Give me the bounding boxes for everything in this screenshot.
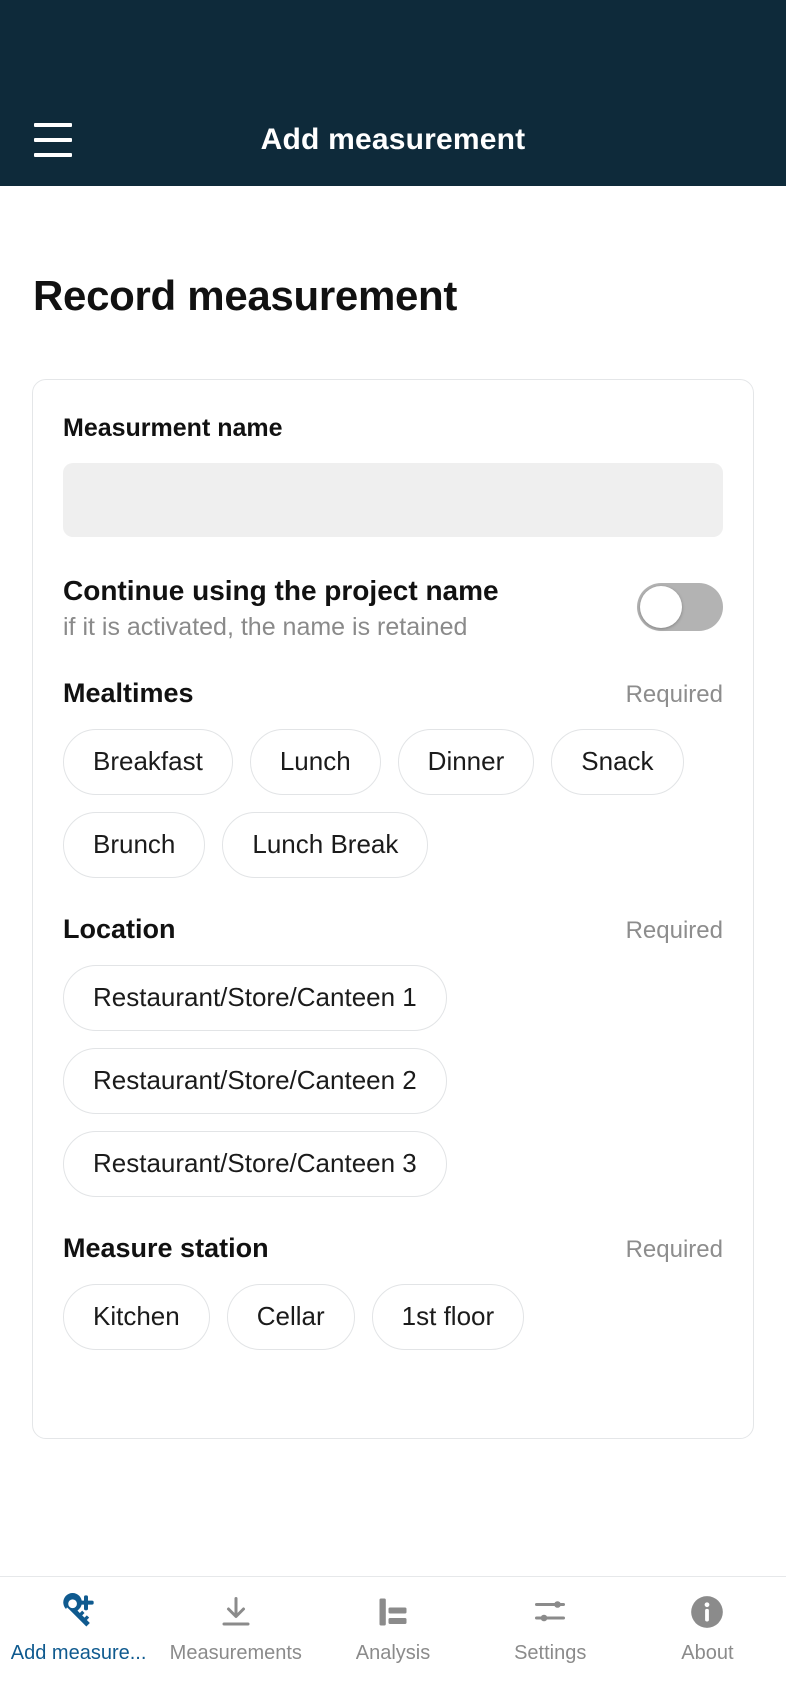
add-measurement-icon (58, 1591, 100, 1633)
option-chip-group: Kitchen Cellar 1st floor (63, 1283, 723, 1350)
section-title: Mealtimes (63, 677, 194, 708)
option-chip[interactable]: Lunch (249, 728, 381, 795)
nav-item-settings[interactable]: Settings (472, 1591, 629, 1665)
hamburger-menu-icon[interactable] (34, 123, 76, 157)
section-measure-station: Measure station Required Kitchen Cellar 1st … (63, 1233, 723, 1350)
option-chip[interactable]: Brunch (63, 811, 206, 878)
section-header: Measure station Required (63, 1233, 723, 1264)
nav-item-label: Add measure... (10, 1642, 147, 1664)
required-badge: Required (625, 680, 723, 708)
continue-project-name-title: Continue using the project name (63, 575, 499, 606)
option-chip[interactable]: 1st floor (371, 1283, 525, 1350)
option-chip[interactable]: Kitchen (63, 1283, 210, 1350)
continue-project-name-row: Continue using the project name if it is… (63, 575, 723, 642)
record-measurement-card: Measurment name Continue using the proje… (32, 379, 754, 1439)
form-sections: Mealtimes Required Breakfast Lunch Dinner Sna… (63, 678, 723, 1350)
nav-item-analysis[interactable]: Analysis (314, 1591, 471, 1665)
app-bar: Add measurement (0, 0, 786, 186)
option-chip-group: Restaurant/Store/Canteen 1 Restaurant/Sto… (63, 964, 723, 1197)
nav-item-label: Analysis (355, 1642, 431, 1664)
bottom-navigation: Add measure... Measurements Analysis Settin… (0, 1576, 786, 1704)
app-screen: Add measurement Record measurement Measu… (0, 0, 786, 1704)
section-mealtimes: Mealtimes Required Breakfast Lunch Dinner Sna… (63, 678, 723, 878)
app-bar-title: Add measurement (260, 123, 526, 156)
required-badge: Required (625, 916, 723, 944)
option-chip[interactable]: Cellar (226, 1283, 355, 1350)
section-header: Mealtimes Required (63, 678, 723, 709)
toggle-knob (640, 586, 682, 628)
info-circle-icon (686, 1591, 728, 1633)
option-chip[interactable]: Breakfast (63, 728, 233, 795)
nav-item-about[interactable]: About (629, 1591, 786, 1665)
bar-chart-icon (372, 1591, 414, 1633)
section-title: Measure station (63, 1232, 269, 1263)
section-title: Location (63, 913, 176, 944)
required-badge: Required (625, 1235, 723, 1263)
section-header: Location Required (63, 914, 723, 945)
option-chip[interactable]: Dinner (397, 728, 535, 795)
page-title: Record measurement (33, 272, 458, 319)
option-chip[interactable]: Restaurant/Store/Canteen 2 (63, 1047, 447, 1114)
nav-item-label: Measurements (169, 1642, 302, 1664)
measurement-name-input[interactable] (63, 463, 723, 537)
nav-item-label: About (681, 1642, 734, 1664)
option-chip-group: Breakfast Lunch Dinner Snack Brunch Lunch Bre… (63, 728, 723, 878)
nav-item-label: Settings (514, 1642, 587, 1664)
nav-item-add-measure[interactable]: Add measure... (0, 1591, 157, 1665)
section-location: Location Required Restaurant/Store/Canteen… (63, 914, 723, 1197)
continue-project-name-toggle[interactable] (637, 583, 723, 631)
continue-project-name-subtitle: if it is activated, the name is retained (63, 613, 468, 642)
option-chip[interactable]: Snack (551, 728, 684, 795)
option-chip[interactable]: Restaurant/Store/Canteen 1 (63, 964, 447, 1031)
nav-item-measurements[interactable]: Measurements (157, 1591, 314, 1665)
page-content: Record measurement Measurment name Conti… (0, 186, 786, 1704)
option-chip[interactable]: Restaurant/Store/Canteen 3 (63, 1130, 447, 1197)
measurement-name-label: Measurment name (63, 414, 283, 442)
option-chip[interactable]: Lunch Break (222, 811, 429, 878)
sliders-icon (529, 1591, 571, 1633)
download-icon (215, 1591, 257, 1633)
